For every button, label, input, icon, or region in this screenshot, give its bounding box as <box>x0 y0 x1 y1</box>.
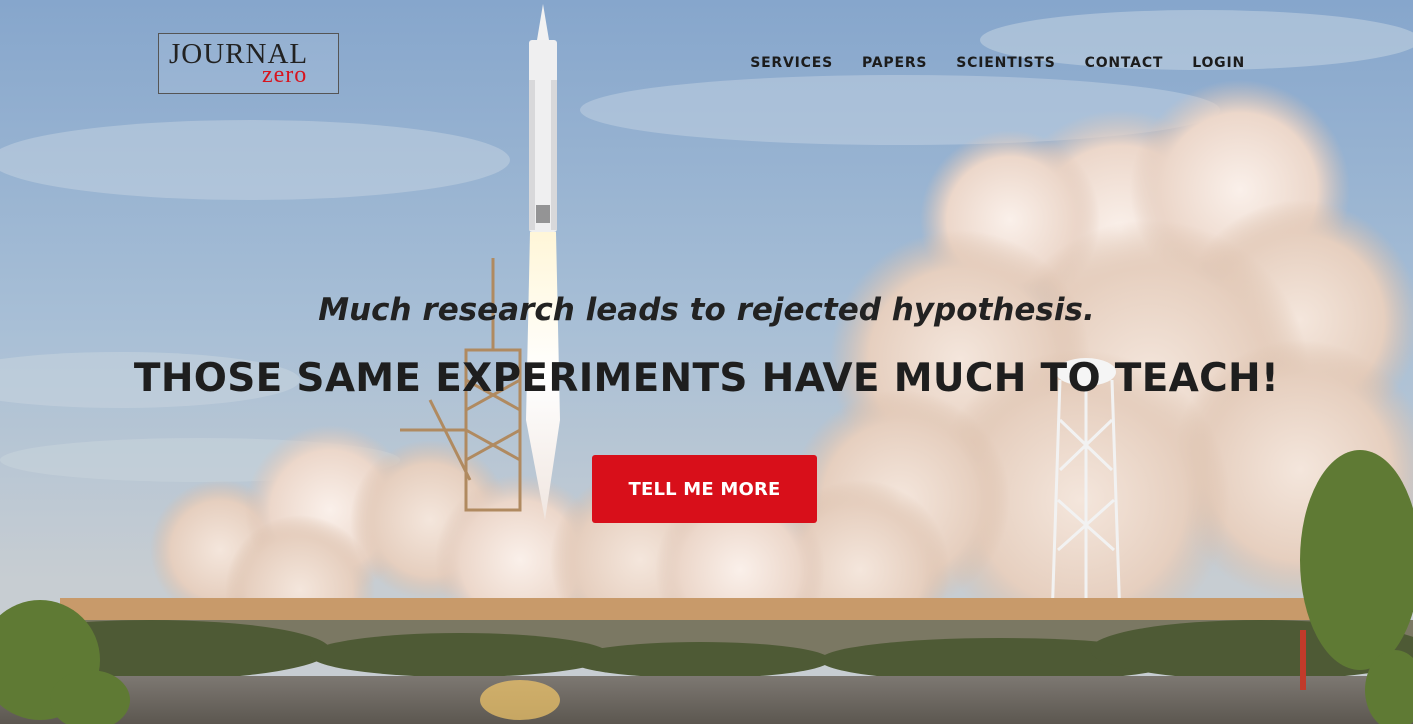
nav-link-contact[interactable]: CONTACT <box>1085 55 1164 71</box>
nav-link-login[interactable]: LOGIN <box>1192 55 1245 71</box>
logo-word-zero: zero <box>262 62 308 88</box>
hero-headline: THOSE SAME EXPERIMENTS HAVE MUCH TO TEAC… <box>133 356 1280 401</box>
journal-zero-logo[interactable]: JOURNAL zero <box>158 33 339 94</box>
nav-link-papers[interactable]: PAPERS <box>862 55 927 71</box>
tell-me-more-button[interactable]: TELL ME MORE <box>592 455 817 523</box>
hero-section: JOURNAL zero SERVICES PAPERS SCIENTISTS … <box>0 0 1413 724</box>
nav-link-services[interactable]: SERVICES <box>750 55 833 71</box>
hero-tagline: Much research leads to rejected hypothes… <box>318 292 1095 328</box>
main-navigation: SERVICES PAPERS SCIENTISTS CONTACT LOGIN <box>750 55 1245 71</box>
nav-link-scientists[interactable]: SCIENTISTS <box>956 55 1055 71</box>
